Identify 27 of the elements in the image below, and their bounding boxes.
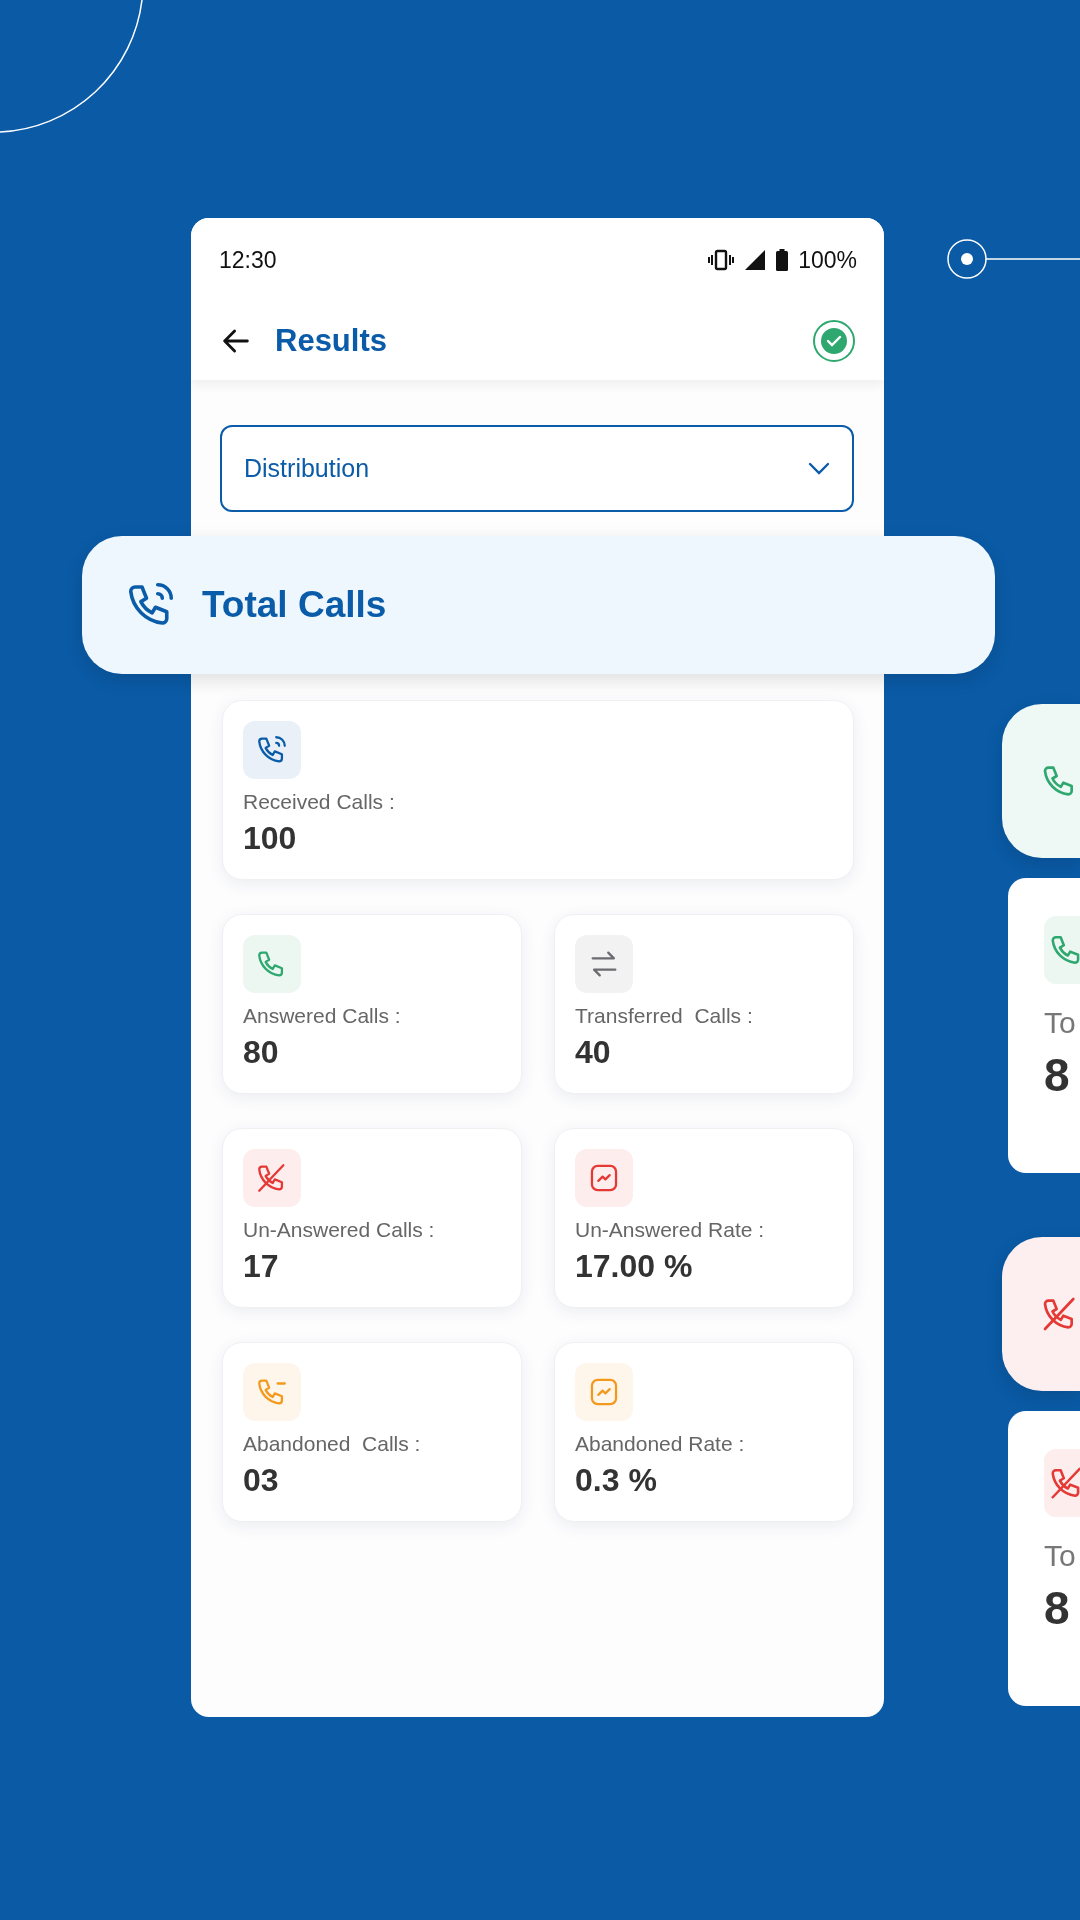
stat-label: To [1044, 1006, 1077, 1040]
stat-label: Un-Answered Calls : [243, 1217, 436, 1243]
stat-value: 17.00 % [575, 1247, 694, 1285]
stat-value: 8 [1044, 1048, 1071, 1102]
stat-label: Transferred Calls : [575, 1003, 754, 1029]
stat-value: 17 [243, 1247, 280, 1285]
stat-value: 40 [575, 1033, 612, 1071]
stat-value: 8 [1044, 1581, 1071, 1635]
distribution-dropdown[interactable]: Distribution [220, 425, 854, 512]
stat-value: 80 [243, 1033, 280, 1071]
signal-icon [744, 249, 767, 271]
stat-label: Abandoned Rate : [575, 1431, 746, 1457]
stat-label: Answered Calls : [243, 1003, 402, 1029]
stat-label: Abandoned Calls : [243, 1431, 422, 1457]
vibrate-icon [708, 249, 735, 271]
chevron-down-icon [808, 461, 830, 476]
stat-label: Received Calls : [243, 789, 396, 815]
stat-label: To [1044, 1539, 1077, 1573]
banner-title: Total Calls [202, 584, 387, 626]
stat-value: 03 [243, 1461, 280, 1499]
stat-label: Un-Answered Rate : [575, 1217, 766, 1243]
stat-value: 0.3 % [575, 1461, 658, 1499]
screen-title: Results [275, 323, 388, 359]
status-time: 12:30 [219, 246, 277, 274]
stat-value: 100 [243, 819, 298, 857]
battery-icon [776, 249, 789, 271]
battery-level: 100% [798, 246, 857, 274]
